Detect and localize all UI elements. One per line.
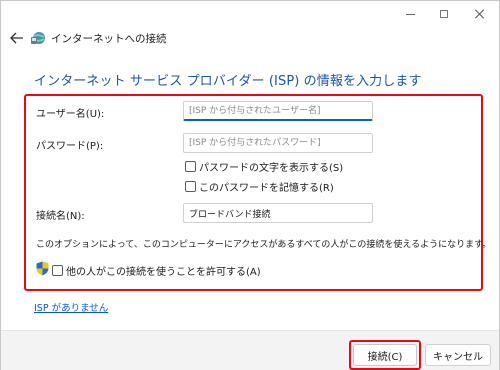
remember-password-checkbox-row[interactable]: このパスワードを記憶する(R): [185, 179, 334, 194]
show-password-label: パスワードの文字を表示する(S): [199, 163, 344, 174]
minimize-icon: [405, 13, 415, 15]
uac-shield-icon: [36, 261, 49, 276]
allow-others-checkbox[interactable]: [52, 265, 63, 276]
connect-button[interactable]: 接続(C): [353, 344, 417, 366]
back-arrow-icon: [10, 32, 23, 44]
no-isp-link[interactable]: ISP がありません: [34, 300, 108, 314]
cancel-button[interactable]: キャンセル: [425, 344, 491, 366]
allow-others-checkbox-row[interactable]: 他の人がこの接続を使うことを許可する(A): [52, 263, 261, 278]
connect-to-internet-window: インターネットへの接続 インターネット サービス プロバイダー (ISP) の情…: [0, 0, 500, 370]
maximize-icon: [440, 10, 448, 18]
password-label: パスワード(P):: [36, 141, 104, 152]
back-button[interactable]: [7, 29, 27, 47]
password-field[interactable]: [183, 133, 373, 153]
window-title: インターネットへの接続: [51, 33, 167, 45]
minimize-button[interactable]: [393, 1, 427, 27]
username-field[interactable]: [183, 101, 373, 121]
allow-others-label: 他の人がこの接続を使うことを許可する(A): [66, 267, 261, 278]
username-label: ユーザー名(U):: [36, 109, 105, 120]
connection-name-field[interactable]: [183, 203, 373, 223]
connection-name-label: 接続名(N):: [36, 211, 85, 222]
shared-connection-info: このオプションによって、このコンピューターにアクセスがあるすべての人がこの接続を…: [36, 240, 492, 250]
remember-password-label: このパスワードを記憶する(R): [199, 183, 334, 194]
close-button[interactable]: [463, 1, 497, 27]
show-password-checkbox-row[interactable]: パスワードの文字を表示する(S): [185, 159, 343, 174]
network-globe-icon: [31, 32, 45, 44]
page-heading: インターネット サービス プロバイダー (ISP) の情報を入力します: [34, 74, 422, 89]
remember-password-checkbox[interactable]: [185, 181, 196, 192]
show-password-checkbox[interactable]: [185, 161, 196, 172]
maximize-button[interactable]: [427, 1, 461, 27]
close-icon: [475, 9, 485, 19]
